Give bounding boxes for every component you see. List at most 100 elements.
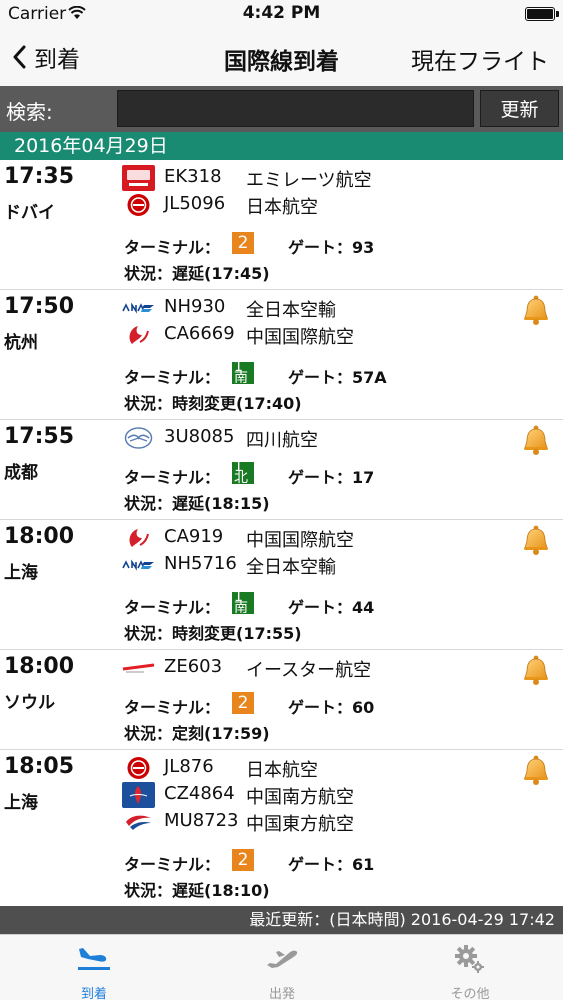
air-china-logo bbox=[122, 525, 155, 551]
nav-bar: 到着 国際線到着 現在フライト bbox=[0, 28, 563, 86]
terminal-label: ターミナル： bbox=[124, 855, 221, 874]
bell-icon[interactable] bbox=[521, 524, 551, 556]
flight-number: 3U8085 bbox=[164, 426, 235, 447]
origin-city: ドバイ bbox=[4, 203, 55, 223]
emirates-logo bbox=[122, 165, 155, 191]
bell-icon[interactable] bbox=[521, 294, 551, 326]
airline-name: イースター航空 bbox=[246, 660, 372, 681]
airline-name: 四川航空 bbox=[246, 430, 318, 451]
arrival-time: 18:00 bbox=[4, 654, 75, 679]
date-header: 2016年04月29日 bbox=[0, 132, 563, 160]
back-label: 到着 bbox=[34, 47, 80, 73]
flight-number: JL5096 bbox=[164, 193, 226, 214]
airline-name: 中国国際航空 bbox=[246, 530, 354, 551]
origin-city: ソウル bbox=[4, 693, 55, 713]
current-flights-button[interactable]: 現在フライト bbox=[411, 42, 549, 76]
terminal-label: ターミナル： bbox=[124, 368, 221, 387]
jal-logo bbox=[122, 755, 155, 781]
terminal-label: ターミナル： bbox=[124, 598, 221, 617]
air-china-logo bbox=[122, 322, 155, 348]
gate-info: ゲート：60 bbox=[288, 698, 375, 717]
gate-info: ゲート：17 bbox=[288, 468, 375, 487]
tab-departures[interactable]: 出発 bbox=[188, 935, 376, 1000]
chevron-left-icon bbox=[13, 45, 26, 69]
origin-city: 成都 bbox=[4, 463, 38, 483]
flight-row[interactable]: 18:00 ソウル ZE603 イースター航空ターミナル： 2 ゲート：60 状況：定刻(1… bbox=[0, 650, 563, 750]
flight-status: 状況：定刻(17:59) bbox=[124, 724, 270, 743]
last-updated-bar: 最近更新：(日本時間) 2016-04-29 17:42 bbox=[0, 906, 563, 934]
terminal-label: ターミナル： bbox=[124, 698, 221, 717]
search-bar: 検索: 更新 bbox=[0, 86, 563, 132]
flight-number: CA6669 bbox=[164, 323, 235, 344]
airline-name: エミレーツ航空 bbox=[246, 170, 372, 191]
airline-name: 中国国際航空 bbox=[246, 327, 354, 348]
flight-status: 状況：遅延(18:15) bbox=[124, 494, 270, 513]
flight-row[interactable]: 17:50 杭州 NH930 全日本空輸 CA6669 中国国際航空ターミナル： 1南 ゲート… bbox=[0, 290, 563, 420]
tab-departures-label: 出発 bbox=[268, 987, 295, 1000]
tab-bar: 到着 出発 その他 bbox=[0, 934, 563, 1000]
sichuan-logo bbox=[122, 425, 155, 451]
back-button[interactable]: 到着 bbox=[12, 41, 80, 73]
flight-number: EK318 bbox=[164, 166, 222, 187]
refresh-button[interactable]: 更新 bbox=[480, 90, 559, 127]
arrival-time: 17:50 bbox=[4, 294, 75, 319]
flight-number: JL876 bbox=[164, 756, 214, 777]
bell-icon[interactable] bbox=[521, 424, 551, 456]
search-input[interactable] bbox=[117, 90, 474, 127]
tab-other-label: その他 bbox=[450, 987, 490, 1000]
flight-number: CA919 bbox=[164, 526, 224, 547]
ana-logo bbox=[122, 295, 155, 321]
flight-status: 状況：時刻変更(17:40) bbox=[124, 394, 302, 413]
origin-city: 上海 bbox=[4, 793, 38, 813]
tab-arrivals[interactable]: 到着 bbox=[0, 935, 188, 1000]
terminal-badge: 1北 bbox=[232, 460, 254, 485]
china-eastern-logo bbox=[122, 809, 155, 835]
terminal-badge: 1南 bbox=[232, 360, 254, 385]
flight-number: MU8723 bbox=[164, 810, 239, 831]
terminal-badge: 2 bbox=[232, 849, 254, 871]
status-bar: Carrier 4:42 PM bbox=[0, 0, 563, 28]
gate-info: ゲート：57A bbox=[288, 368, 387, 387]
tab-arrivals-label: 到着 bbox=[80, 987, 107, 1000]
terminal-label: ターミナル： bbox=[124, 238, 221, 257]
jal-logo bbox=[122, 192, 155, 218]
flight-status: 状況：遅延(17:45) bbox=[124, 264, 270, 283]
flight-number: ZE603 bbox=[164, 656, 223, 677]
gate-info: ゲート：61 bbox=[288, 855, 375, 874]
bell-icon[interactable] bbox=[521, 654, 551, 686]
flight-number: NH930 bbox=[164, 296, 226, 317]
origin-city: 上海 bbox=[4, 563, 38, 583]
battery-icon bbox=[525, 7, 559, 21]
status-time: 4:42 PM bbox=[242, 3, 321, 23]
flight-status: 状況：遅延(18:10) bbox=[124, 881, 270, 900]
flight-row[interactable]: 18:05 上海 JL876 日本航空 CZ4864 中国南方航空 MU8723 中国東方航空… bbox=[0, 750, 563, 906]
tab-other[interactable]: その他 bbox=[376, 935, 563, 1000]
airline-name: 全日本空輸 bbox=[246, 557, 336, 578]
arrival-plane-icon bbox=[78, 948, 110, 970]
airline-name: 全日本空輸 bbox=[246, 300, 336, 321]
flight-status: 状況：時刻変更(17:55) bbox=[124, 624, 302, 643]
gear-icon bbox=[455, 945, 484, 973]
ana-logo bbox=[122, 552, 155, 578]
flight-number: NH5716 bbox=[164, 553, 237, 574]
arrival-time: 18:00 bbox=[4, 524, 75, 549]
airline-name: 日本航空 bbox=[246, 760, 318, 781]
arrival-time: 17:55 bbox=[4, 424, 75, 449]
origin-city: 杭州 bbox=[4, 333, 38, 353]
flight-row[interactable]: 17:35 ドバイ EK318 エミレーツ航空 JL5096 日本航空ターミナル： 2 ゲート… bbox=[0, 160, 563, 290]
flight-row[interactable]: 18:00 上海 CA919 中国国際航空 NH5716 全日本空輸ターミナル： 1南 ゲート… bbox=[0, 520, 563, 650]
eastar-logo bbox=[122, 655, 155, 681]
flight-list[interactable]: 17:35 ドバイ EK318 エミレーツ航空 JL5096 日本航空 ターミナル： 2 ゲート… bbox=[0, 160, 563, 906]
arrival-time: 17:35 bbox=[4, 164, 75, 189]
flight-row[interactable]: 17:55 成都 3U8085 四川航空 ターミナル： 1北 ゲート：17 状況：遅延(18:… bbox=[0, 420, 563, 520]
bell-icon[interactable] bbox=[521, 754, 551, 786]
airline-name: 日本航空 bbox=[246, 197, 318, 218]
terminal-badge: 1南 bbox=[232, 590, 254, 615]
flight-number: CZ4864 bbox=[164, 783, 235, 804]
gate-info: ゲート：93 bbox=[288, 238, 375, 257]
airline-name: 中国南方航空 bbox=[246, 787, 354, 808]
terminal-badge: 2 bbox=[232, 692, 254, 714]
departure-plane-icon bbox=[267, 950, 298, 968]
gate-info: ゲート：44 bbox=[288, 598, 375, 617]
terminal-badge: 2 bbox=[232, 232, 254, 254]
